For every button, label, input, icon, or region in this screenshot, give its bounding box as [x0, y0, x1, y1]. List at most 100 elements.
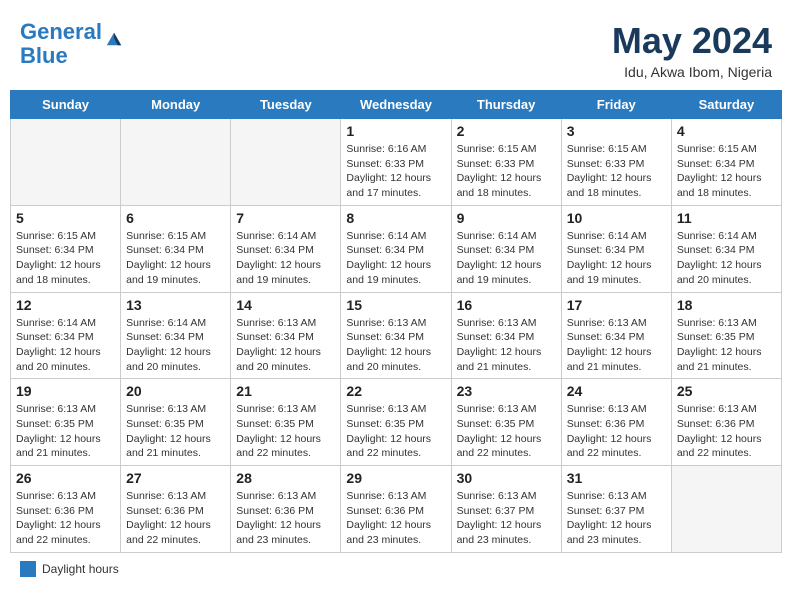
calendar-day-cell — [671, 466, 781, 553]
day-number: 7 — [236, 210, 335, 226]
calendar-day-cell: 10Sunrise: 6:14 AMSunset: 6:34 PMDayligh… — [561, 205, 671, 292]
calendar-day-cell: 15Sunrise: 6:13 AMSunset: 6:34 PMDayligh… — [341, 292, 451, 379]
day-number: 3 — [567, 123, 666, 139]
day-number: 20 — [126, 383, 225, 399]
day-info: Sunrise: 6:13 AMSunset: 6:36 PMDaylight:… — [16, 489, 115, 548]
day-number: 12 — [16, 297, 115, 313]
calendar-day-cell: 20 Sunrise: 6:13 AMSunset: 6:35 PMDayligh… — [121, 379, 231, 466]
calendar-day-cell — [121, 119, 231, 206]
day-info: Sunrise: 6:13 AMSunset: 6:35 PMDaylight:… — [16, 402, 115, 461]
calendar-day-cell: 25 Sunrise: 6:13 AMSunset: 6:36 PMDayligh… — [671, 379, 781, 466]
calendar-day-cell: 24 Sunrise: 6:13 AMSunset: 6:36 PMDayligh… — [561, 379, 671, 466]
logo-text: General Blue — [20, 20, 102, 68]
calendar-day-cell: 6 Sunrise: 6:15 AMSunset: 6:34 PMDaylight… — [121, 205, 231, 292]
calendar-week-row: 12 Sunrise: 6:14 AMSunset: 6:34 PMDayligh… — [11, 292, 782, 379]
calendar-day-cell: 27 Sunrise: 6:13 AMSunset: 6:36 PMDayligh… — [121, 466, 231, 553]
day-number: 27 — [126, 470, 225, 486]
day-of-week-header: Wednesday — [341, 91, 451, 119]
calendar-day-cell: 26 Sunrise: 6:13 AMSunset: 6:36 PMDayligh… — [11, 466, 121, 553]
day-number: 26 — [16, 470, 115, 486]
calendar-day-cell: 17 Sunrise: 6:13 AMSunset: 6:34 PMDayligh… — [561, 292, 671, 379]
day-info: Sunrise: 6:13 AMSunset: 6:34 PMDaylight:… — [236, 316, 335, 375]
month-title: May 2024 — [612, 20, 772, 62]
day-number: 31 — [567, 470, 666, 486]
calendar-day-cell — [11, 119, 121, 206]
calendar-day-cell: 11Sunrise: 6:14 AMSunset: 6:34 PMDayligh… — [671, 205, 781, 292]
day-info: Sunrise: 6:13 AMSunset: 6:36 PMDaylight:… — [346, 489, 445, 548]
day-number: 14 — [236, 297, 335, 313]
calendar-table: SundayMondayTuesdayWednesdayThursdayFrid… — [10, 90, 782, 553]
calendar-week-row: 5 Sunrise: 6:15 AMSunset: 6:34 PMDaylight… — [11, 205, 782, 292]
calendar-day-cell: 13 Sunrise: 6:14 AMSunset: 6:34 PMDayligh… — [121, 292, 231, 379]
calendar-day-cell: 22 Sunrise: 6:13 AMSunset: 6:35 PMDayligh… — [341, 379, 451, 466]
day-info: Sunrise: 6:13 AMSunset: 6:36 PMDaylight:… — [236, 489, 335, 548]
calendar-day-cell: 1Sunrise: 6:16 AMSunset: 6:33 PMDaylight… — [341, 119, 451, 206]
day-info: Sunrise: 6:15 AMSunset: 6:33 PMDaylight:… — [457, 142, 556, 201]
day-of-week-header: Sunday — [11, 91, 121, 119]
calendar-day-cell: 4Sunrise: 6:15 AMSunset: 6:34 PMDaylight… — [671, 119, 781, 206]
day-number: 18 — [677, 297, 776, 313]
calendar-day-cell: 30Sunrise: 6:13 AMSunset: 6:37 PMDayligh… — [451, 466, 561, 553]
day-info: Sunrise: 6:14 AMSunset: 6:34 PMDaylight:… — [346, 229, 445, 288]
day-number: 4 — [677, 123, 776, 139]
calendar-day-cell: 19 Sunrise: 6:13 AMSunset: 6:35 PMDayligh… — [11, 379, 121, 466]
day-info: Sunrise: 6:14 AMSunset: 6:34 PMDaylight:… — [236, 229, 335, 288]
day-number: 22 — [346, 383, 445, 399]
day-number: 29 — [346, 470, 445, 486]
day-info: Sunrise: 6:14 AMSunset: 6:34 PMDaylight:… — [457, 229, 556, 288]
day-number: 17 — [567, 297, 666, 313]
day-number: 11 — [677, 210, 776, 226]
calendar-day-cell: 29 Sunrise: 6:13 AMSunset: 6:36 PMDayligh… — [341, 466, 451, 553]
calendar-day-cell: 9 Sunrise: 6:14 AMSunset: 6:34 PMDaylight… — [451, 205, 561, 292]
day-of-week-header: Friday — [561, 91, 671, 119]
calendar-day-cell: 16 Sunrise: 6:13 AMSunset: 6:34 PMDayligh… — [451, 292, 561, 379]
day-info: Sunrise: 6:13 AMSunset: 6:34 PMDaylight:… — [567, 316, 666, 375]
day-info: Sunrise: 6:13 AMSunset: 6:36 PMDaylight:… — [567, 402, 666, 461]
day-info: Sunrise: 6:13 AMSunset: 6:34 PMDaylight:… — [346, 316, 445, 375]
day-number: 21 — [236, 383, 335, 399]
day-info: Sunrise: 6:13 AMSunset: 6:37 PMDaylight:… — [567, 489, 666, 548]
day-number: 2 — [457, 123, 556, 139]
day-number: 10 — [567, 210, 666, 226]
calendar-day-cell: 14 Sunrise: 6:13 AMSunset: 6:34 PMDayligh… — [231, 292, 341, 379]
day-number: 6 — [126, 210, 225, 226]
day-of-week-header: Tuesday — [231, 91, 341, 119]
title-area: May 2024 Idu, Akwa Ibom, Nigeria — [612, 20, 772, 80]
day-number: 5 — [16, 210, 115, 226]
day-info: Sunrise: 6:14 AMSunset: 6:34 PMDaylight:… — [126, 316, 225, 375]
day-of-week-header: Monday — [121, 91, 231, 119]
day-info: Sunrise: 6:13 AMSunset: 6:35 PMDaylight:… — [346, 402, 445, 461]
calendar-day-cell: 3Sunrise: 6:15 AMSunset: 6:33 PMDaylight… — [561, 119, 671, 206]
day-number: 24 — [567, 383, 666, 399]
page-header: General Blue May 2024 Idu, Akwa Ibom, Ni… — [10, 10, 782, 85]
day-number: 1 — [346, 123, 445, 139]
day-number: 16 — [457, 297, 556, 313]
day-info: Sunrise: 6:13 AMSunset: 6:35 PMDaylight:… — [236, 402, 335, 461]
day-info: Sunrise: 6:13 AMSunset: 6:34 PMDaylight:… — [457, 316, 556, 375]
day-info: Sunrise: 6:13 AMSunset: 6:35 PMDaylight:… — [126, 402, 225, 461]
day-number: 8 — [346, 210, 445, 226]
day-number: 30 — [457, 470, 556, 486]
day-info: Sunrise: 6:13 AMSunset: 6:36 PMDaylight:… — [126, 489, 225, 548]
day-number: 25 — [677, 383, 776, 399]
calendar-day-cell: 5 Sunrise: 6:15 AMSunset: 6:34 PMDaylight… — [11, 205, 121, 292]
day-number: 13 — [126, 297, 225, 313]
day-number: 9 — [457, 210, 556, 226]
calendar-day-cell: 12Sunrise: 6:14 AMSunset: 6:34 PMDayligh… — [11, 292, 121, 379]
calendar-day-cell: 7 Sunrise: 6:14 AMSunset: 6:34 PMDaylight… — [231, 205, 341, 292]
day-of-week-header: Saturday — [671, 91, 781, 119]
legend-color-box — [20, 561, 36, 577]
day-info: Sunrise: 6:15 AMSunset: 6:34 PMDaylight:… — [16, 229, 115, 288]
calendar-footer: Daylight hours — [10, 561, 782, 577]
calendar-day-cell: 2 Sunrise: 6:15 AMSunset: 6:33 PMDaylight… — [451, 119, 561, 206]
day-number: 28 — [236, 470, 335, 486]
day-info: Sunrise: 6:13 AMSunset: 6:36 PMDaylight:… — [677, 402, 776, 461]
calendar-header-row: SundayMondayTuesdayWednesdayThursdayFrid… — [11, 91, 782, 119]
day-number: 19 — [16, 383, 115, 399]
day-info: Sunrise: 6:15 AMSunset: 6:34 PMDaylight:… — [126, 229, 225, 288]
calendar-day-cell: 23Sunrise: 6:13 AMSunset: 6:35 PMDayligh… — [451, 379, 561, 466]
logo-icon — [105, 29, 123, 47]
location: Idu, Akwa Ibom, Nigeria — [612, 64, 772, 80]
logo: General Blue — [20, 20, 123, 68]
day-info: Sunrise: 6:13 AMSunset: 6:35 PMDaylight:… — [677, 316, 776, 375]
